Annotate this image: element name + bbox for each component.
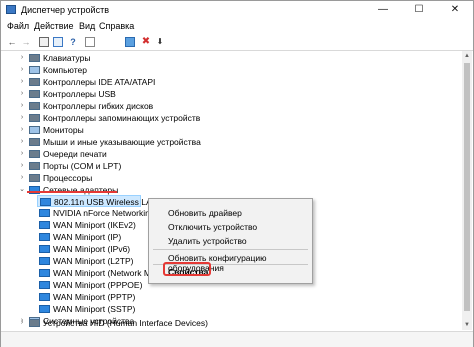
title-bar: Диспетчер устройств — ☐ ✕ [1, 1, 473, 19]
tree-item-hid-devices[interactable]: › Устройства HID (Human Interface Device… [1, 317, 441, 329]
context-menu: Обновить драйвер Отключить устройство Уд… [148, 198, 313, 284]
tree-item-ide-controllers[interactable]: › Контроллеры IDE ATA/ATAPI [1, 76, 441, 88]
floppy-controller-icon [29, 102, 40, 110]
tree-item-monitors[interactable]: › Мониторы [1, 124, 441, 136]
network-card-icon [39, 245, 50, 253]
tree-item-mice[interactable]: › Мыши и иные указывающие устройства [1, 136, 441, 148]
chevron-right-icon[interactable]: › [18, 148, 26, 160]
tree-item-processors[interactable]: › Процессоры [1, 172, 441, 184]
tree-item-computer[interactable]: › Компьютер [1, 64, 441, 76]
hid-device-icon [29, 319, 40, 327]
scroll-down-arrow-icon[interactable]: ▼ [462, 320, 472, 330]
device-manager-window: Диспетчер устройств — ☐ ✕ Файл Действие … [0, 0, 474, 347]
help-icon[interactable]: ? [67, 36, 79, 48]
monitor-icon [29, 126, 40, 134]
network-adapters-red-underline [27, 191, 117, 193]
tree-item-storage-controllers[interactable]: › Контроллеры запоминающих устройств [1, 112, 441, 124]
menu-disable-device[interactable]: Отключить устройство [168, 222, 257, 232]
ide-controller-icon [29, 78, 40, 86]
grid-icon[interactable] [85, 37, 95, 47]
tree-item-keyboards[interactable]: › Клавиатуры [1, 52, 441, 64]
network-adapter-icon [29, 186, 40, 194]
tree-item-wan-network-monitor[interactable]: WAN Miniport (Network Mon [37, 267, 149, 279]
menu-action[interactable]: Действие [34, 21, 74, 31]
menu-file[interactable]: Файл [7, 21, 29, 31]
usb-icon [29, 90, 40, 98]
network-card-icon [39, 209, 50, 217]
network-card-icon [39, 293, 50, 301]
processor-icon [29, 174, 40, 182]
chevron-right-icon[interactable]: › [18, 88, 26, 100]
chevron-right-icon[interactable]: › [18, 317, 26, 329]
network-card-icon [39, 305, 50, 313]
tree-item-nvidia-nforce[interactable]: NVIDIA nForce Networking Co [37, 207, 149, 219]
scroll-thumb[interactable] [464, 63, 470, 311]
close-button[interactable]: ✕ [437, 1, 473, 19]
network-card-icon [39, 221, 50, 229]
network-card-icon [39, 281, 50, 289]
menu-help[interactable]: Справка [99, 21, 134, 31]
tree-item-wan-ikev2[interactable]: WAN Miniport (IKEv2) [37, 219, 149, 231]
maximize-button[interactable]: ☐ [401, 1, 437, 19]
chevron-right-icon[interactable]: › [18, 112, 26, 124]
computer-icon [29, 66, 40, 74]
network-card-icon [39, 269, 50, 277]
chevron-right-icon[interactable]: › [18, 64, 26, 76]
mouse-icon [29, 138, 40, 146]
network-card-icon [40, 198, 51, 206]
scroll-up-arrow-icon[interactable]: ▲ [462, 51, 472, 61]
chevron-right-icon[interactable]: › [18, 124, 26, 136]
download-circle-icon[interactable]: ⬇ [154, 36, 166, 48]
scan-monitor-icon[interactable] [125, 37, 135, 47]
network-card-icon [39, 233, 50, 241]
tree-item-print-queues[interactable]: › Очереди печати [1, 148, 441, 160]
chevron-right-icon[interactable]: › [18, 76, 26, 88]
chevron-right-icon[interactable]: › [18, 172, 26, 184]
vertical-scrollbar[interactable]: ▲ ▼ [462, 51, 472, 330]
menu-bar: Файл Действие Вид Справка [1, 19, 473, 34]
remove-red-x-icon[interactable]: ✖ [140, 36, 152, 48]
context-menu-separator [153, 249, 308, 250]
properties-box-icon[interactable] [39, 37, 49, 47]
tree-item-wan-ip[interactable]: WAN Miniport (IP) [37, 231, 149, 243]
storage-controller-icon [29, 114, 40, 122]
tree-item-floppy-controllers[interactable]: › Контроллеры гибких дисков [1, 100, 441, 112]
menu-view[interactable]: Вид [79, 21, 95, 31]
tree-item-wan-pptp[interactable]: WAN Miniport (PPTP) [37, 291, 149, 303]
toolbar: ← → ? ✖ ⬇ [1, 34, 473, 51]
keyboard-icon [29, 54, 40, 62]
port-icon [29, 162, 40, 170]
minimize-button[interactable]: — [365, 1, 401, 19]
window-title: Диспетчер устройств [21, 5, 109, 15]
back-arrow-icon[interactable]: ← [6, 36, 18, 48]
list-view-icon[interactable] [53, 37, 63, 47]
printer-icon [29, 150, 40, 158]
chevron-down-icon[interactable]: ⌄ [18, 184, 26, 196]
menu-uninstall-device[interactable]: Удалить устройство [168, 236, 247, 246]
tree-item-ports[interactable]: › Порты (COM и LPT) [1, 160, 441, 172]
tree-item-wan-sstp[interactable]: WAN Miniport (SSTP) [37, 303, 149, 315]
status-bar [1, 331, 473, 347]
tree-item-wan-pppoe[interactable]: WAN Miniport (PPPOE) [37, 279, 149, 291]
tree-item-wan-ipv6[interactable]: WAN Miniport (IPv6) [37, 243, 149, 255]
properties-red-highlight [163, 262, 211, 276]
forward-arrow-icon[interactable]: → [20, 36, 32, 48]
menu-update-driver[interactable]: Обновить драйвер [168, 208, 242, 218]
chevron-right-icon[interactable]: › [18, 52, 26, 64]
tree-item-usb-controllers[interactable]: › Контроллеры USB [1, 88, 441, 100]
device-manager-app-icon [6, 5, 16, 14]
tree-item-wan-l2tp[interactable]: WAN Miniport (L2TP) [37, 255, 149, 267]
chevron-right-icon[interactable]: › [18, 160, 26, 172]
chevron-right-icon[interactable]: › [18, 136, 26, 148]
tree-item-wireless-lan-card[interactable]: 802.11n USB Wireless LAN Card [37, 195, 179, 207]
chevron-right-icon[interactable]: › [18, 100, 26, 112]
network-card-icon [39, 257, 50, 265]
